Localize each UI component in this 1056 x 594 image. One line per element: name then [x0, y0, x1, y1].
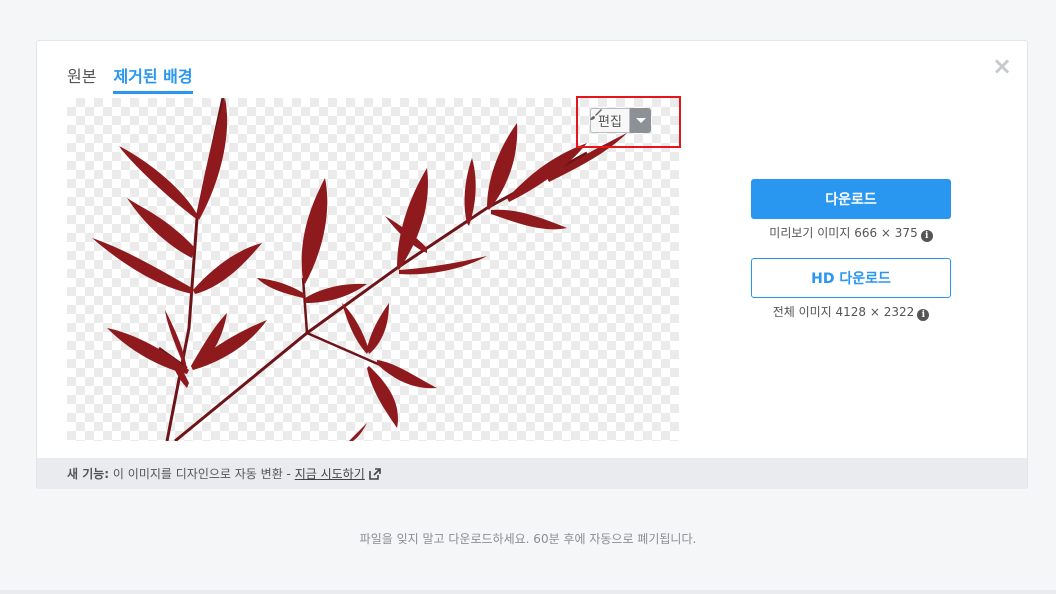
result-image-preview: 편집 — [67, 98, 679, 441]
close-icon[interactable]: × — [991, 54, 1013, 78]
hd-download-button[interactable]: HD 다운로드 — [751, 258, 951, 298]
tab-original[interactable]: 원본 — [67, 63, 96, 94]
full-size-text: 전체 이미지 4128 × 2322 — [772, 305, 915, 319]
preview-size-text: 미리보기 이미지 666 × 375 — [769, 226, 918, 240]
new-feature-text: 이 이미지를 디자인으로 자동 변환 - — [109, 467, 295, 481]
external-link-icon[interactable] — [368, 468, 381, 480]
info-icon[interactable]: i — [920, 230, 933, 242]
tab-removed-background[interactable]: 제거된 배경 — [113, 63, 193, 94]
result-card: 원본 제거된 배경 × 편집 다운로드 미리보기 이미지 666 × 375 i… — [36, 40, 1028, 489]
edit-button-group: 편집 — [590, 108, 651, 133]
paint-brush-icon — [590, 109, 602, 120]
full-size-info: 전체 이미지 4128 × 2322 i — [701, 303, 1001, 321]
info-icon[interactable]: i — [917, 309, 930, 321]
edit-button[interactable]: 편집 — [590, 108, 630, 133]
download-reminder: 파일을 잊지 말고 다운로드하세요. 60분 후에 자동으로 폐기됩니다. — [359, 532, 697, 546]
download-button[interactable]: 다운로드 — [751, 179, 951, 219]
leaf-branch-image — [92, 98, 627, 441]
view-tabs: 원본 제거된 배경 — [67, 63, 193, 94]
page-divider — [0, 590, 1056, 594]
new-feature-bar: 새 기능: 이 이미지를 디자인으로 자동 변환 - 지금 시도하기 — [37, 458, 1027, 489]
try-now-link[interactable]: 지금 시도하기 — [295, 467, 365, 481]
new-feature-label: 새 기능: — [67, 467, 110, 481]
preview-size-info: 미리보기 이미지 666 × 375 i — [701, 224, 1001, 242]
edit-dropdown-toggle[interactable] — [629, 108, 651, 133]
